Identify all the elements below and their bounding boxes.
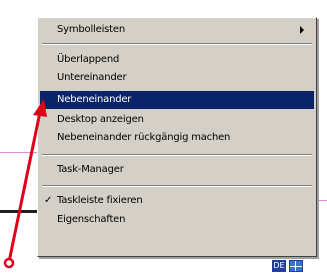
annotation-arrow-icon (3, 99, 47, 269)
